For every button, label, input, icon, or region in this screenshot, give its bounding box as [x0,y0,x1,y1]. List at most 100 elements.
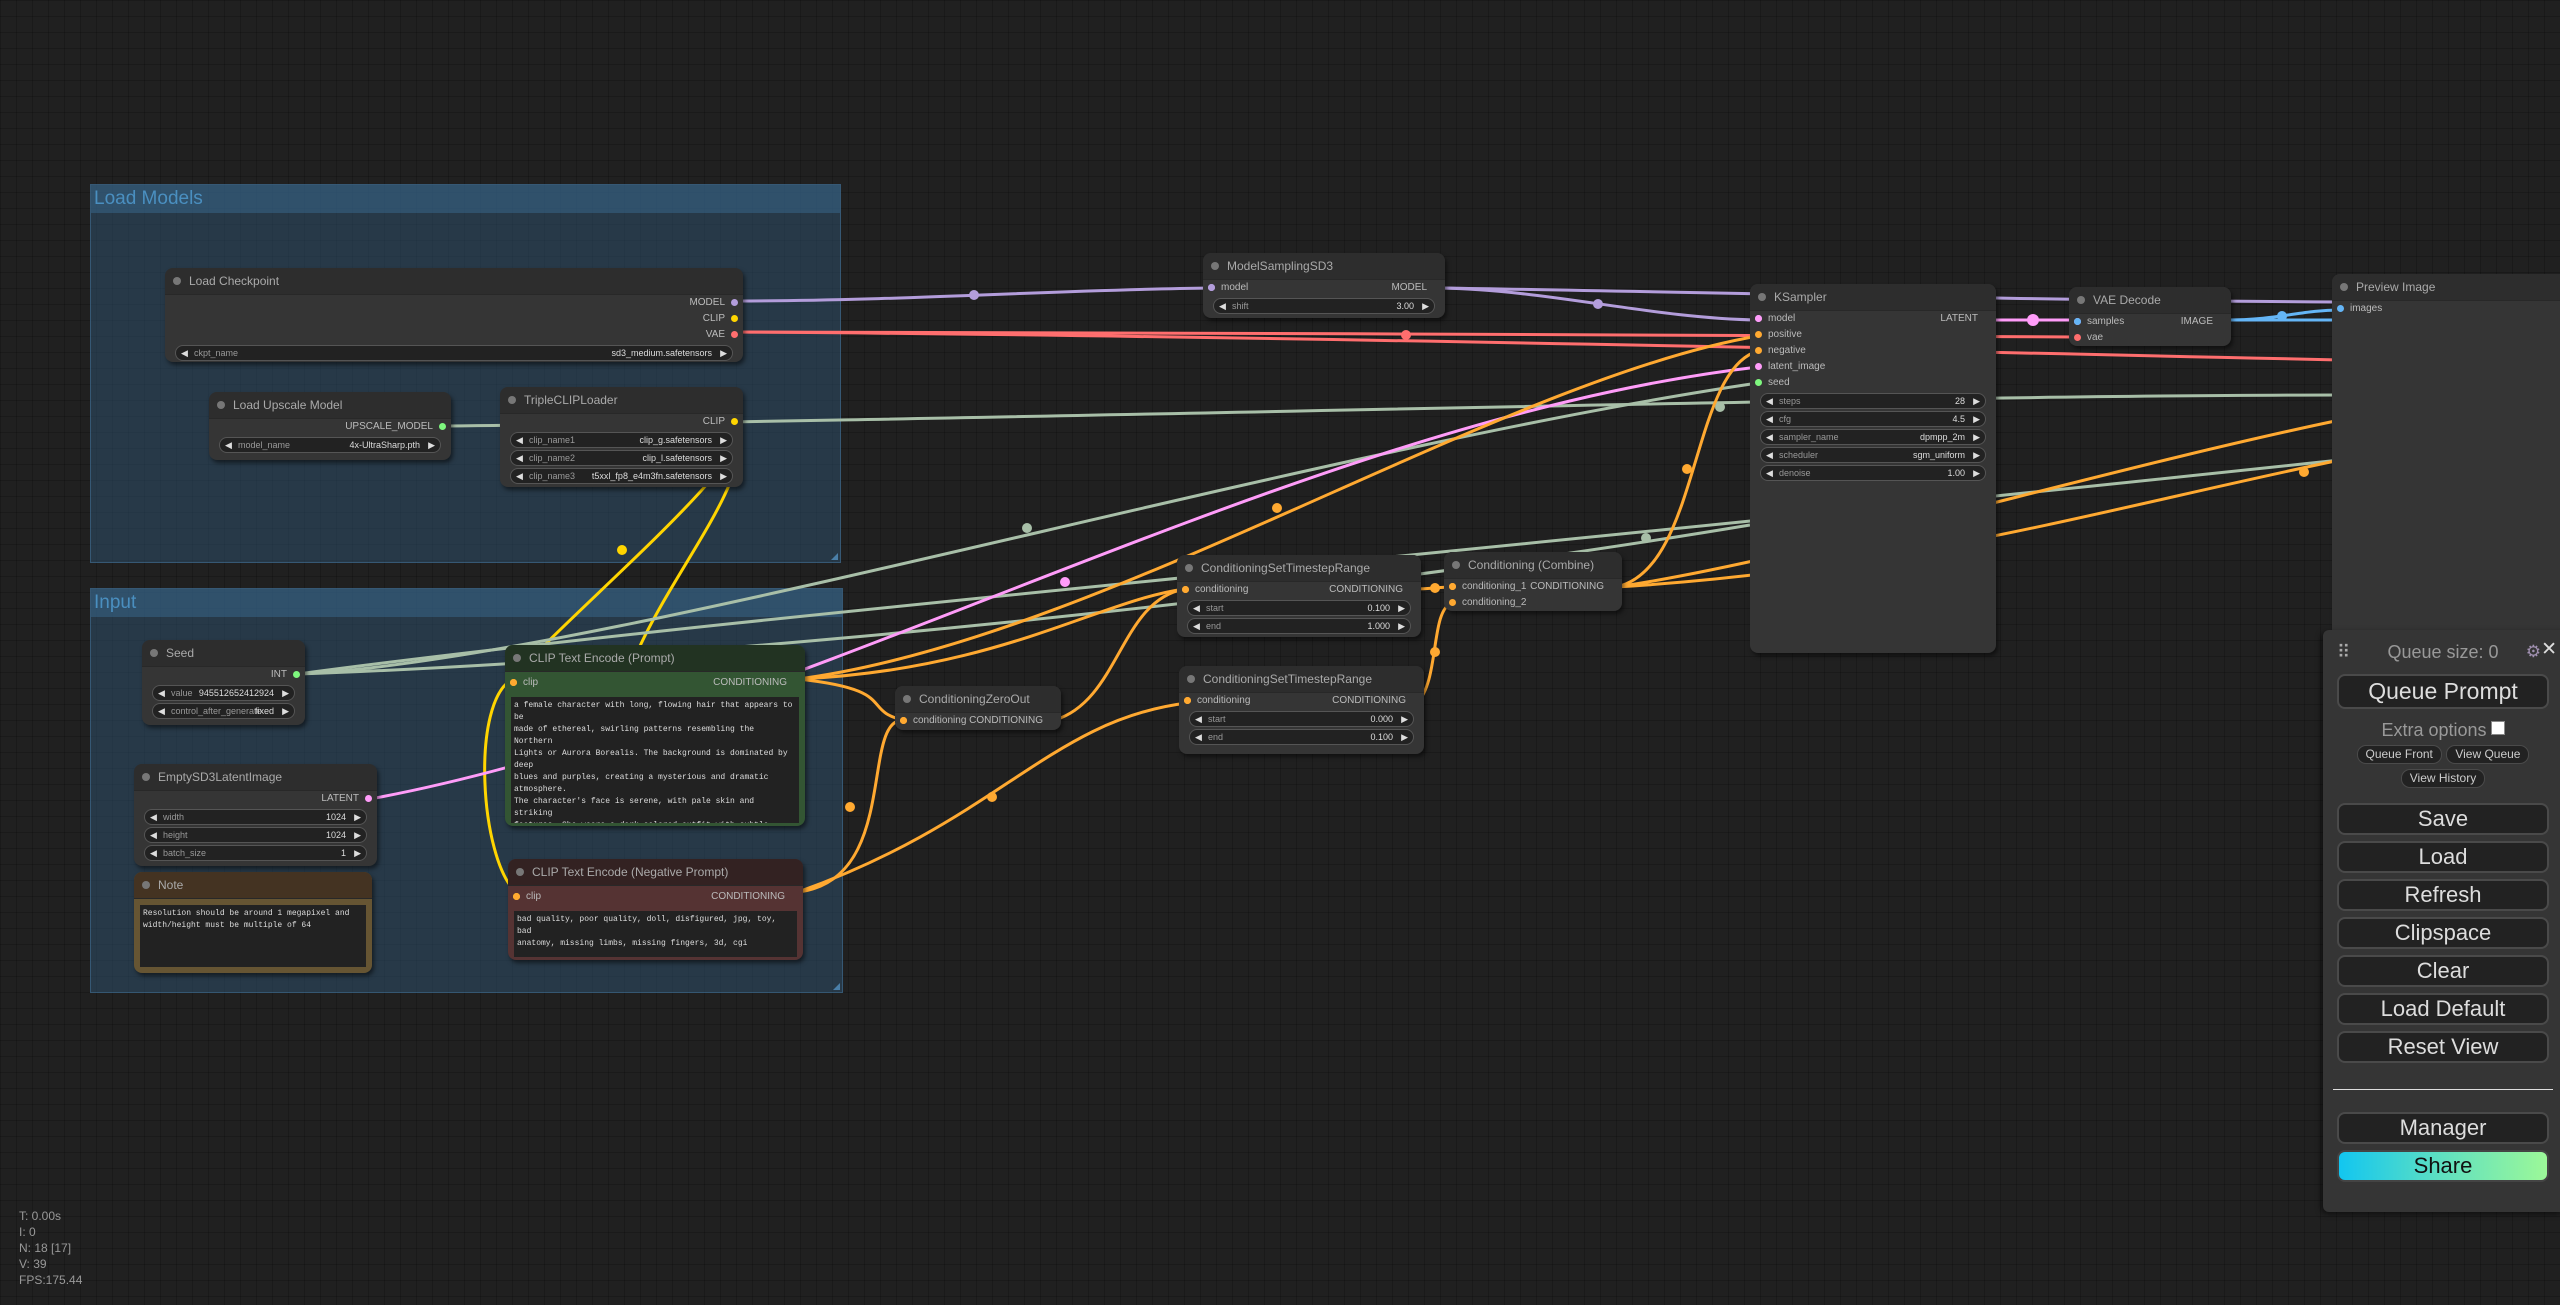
arrow-left-icon[interactable]: ◀ [158,686,165,700]
height-number[interactable]: ◀ height 1024 ▶ [144,827,367,843]
start-number[interactable]: ◀ start 0.100 ▶ [1187,600,1411,616]
slot-dot[interactable] [731,299,738,306]
node-clip-text-encode-negative[interactable]: CLIP Text Encode (Negative Prompt) clip C… [508,859,803,960]
slot-dot[interactable] [1755,347,1762,354]
output-slot-dot[interactable] [1208,284,1215,291]
prompt-textarea[interactable]: a female character with long, flowing ha… [511,697,799,823]
slot-dot[interactable] [293,671,300,678]
input-model[interactable]: model MODEL [1203,280,1445,296]
arrow-left-icon[interactable]: ◀ [1766,466,1773,480]
denoise-number[interactable]: ◀ denoise 1.00 ▶ [1760,465,1986,481]
note-textarea[interactable]: Resolution should be around 1 megapixel … [140,905,366,967]
node-clip-text-encode-positive[interactable]: CLIP Text Encode (Prompt) clip CONDITIONI… [505,645,805,826]
arrow-left-icon[interactable]: ◀ [516,433,523,447]
arrow-left-icon[interactable]: ◀ [1766,430,1773,444]
gear-icon[interactable]: ⚙ [2526,630,2541,674]
arrow-right-icon[interactable]: ▶ [1401,712,1408,726]
collapse-dot[interactable] [1758,293,1766,301]
clip-name3-combo[interactable]: ◀ clip_name3 t5xxl_fp8_e4m3fn.safetensors ▶ [510,468,733,484]
save-button[interactable]: Save [2337,803,2549,835]
input-positive[interactable]: positive [1750,327,1996,343]
output-slot-dot[interactable] [900,717,907,724]
cfg-number[interactable]: ◀ cfg 4.5 ▶ [1760,411,1986,427]
slot-dot[interactable] [439,423,446,430]
node-model-sampling-sd3[interactable]: ModelSamplingSD3 model MODEL ◀ shift 3.00 ▶ [1203,253,1445,318]
output-int[interactable]: INT [142,667,305,683]
node-title[interactable]: Seed [142,640,305,667]
node-vae-decode[interactable]: VAE Decode samples IMAGE vae [2069,287,2231,346]
node-title[interactable]: ModelSamplingSD3 [1203,253,1445,280]
output-model[interactable]: MODEL [165,295,743,311]
input-vae[interactable]: vae [2069,330,2231,346]
node-ksampler[interactable]: KSampler model LATENT positive negative l… [1750,284,1996,653]
node-title[interactable]: Note [134,872,372,899]
model-name-combo[interactable]: ◀ model_name 4x-UltraSharp.pth ▶ [219,437,441,453]
input-conditioning[interactable]: conditioning CONDITIONING [1177,582,1421,598]
node-conditioning-zero-out[interactable]: ConditioningZeroOut conditioning CONDITIO… [895,686,1061,730]
input-latent-image[interactable]: latent_image [1750,359,1996,375]
arrow-left-icon[interactable]: ◀ [1193,601,1200,615]
collapse-dot[interactable] [142,773,150,781]
group-title[interactable]: Input [91,589,842,617]
output-clip[interactable]: CLIP [500,414,743,430]
arrow-left-icon[interactable]: ◀ [150,828,157,842]
node-title[interactable]: VAE Decode [2069,287,2231,314]
node-title[interactable]: TripleCLIPLoader [500,387,743,414]
slot-dot[interactable] [1449,599,1456,606]
node-title[interactable]: ConditioningSetTimestepRange [1177,555,1421,582]
slot-dot[interactable] [2337,305,2344,312]
input-conditioning-1[interactable]: conditioning_1 CONDITIONING [1444,579,1622,595]
arrow-left-icon[interactable]: ◀ [225,438,232,452]
node-title[interactable]: Preview Image [2332,274,2560,301]
output-slot-dot[interactable] [1184,697,1191,704]
negative-prompt-textarea[interactable]: bad quality, poor quality, doll, disfigu… [514,911,797,957]
node-preview-image[interactable]: Preview Image images [2332,274,2560,634]
end-number[interactable]: ◀ end 0.100 ▶ [1189,729,1414,745]
input-seed[interactable]: seed [1750,375,1996,391]
input-negative[interactable]: negative [1750,343,1996,359]
close-icon[interactable]: ✕ [2541,628,2557,672]
arrow-left-icon[interactable]: ◀ [1766,394,1773,408]
arrow-right-icon[interactable]: ▶ [282,704,289,718]
node-empty-sd3-latent-image[interactable]: EmptySD3LatentImage LATENT ◀ width 1024 ▶ ◀… [134,764,377,866]
arrow-right-icon[interactable]: ▶ [1398,619,1405,633]
queue-prompt-button[interactable]: Queue Prompt [2337,674,2549,709]
queue-front-button[interactable]: Queue Front [2356,745,2442,764]
collapse-dot[interactable] [513,654,521,662]
arrow-right-icon[interactable]: ▶ [1401,730,1408,744]
arrow-left-icon[interactable]: ◀ [1195,712,1202,726]
group-resize-handle[interactable] [831,553,838,560]
input-clip[interactable]: clip CONDITIONING [505,675,805,691]
control-after-generate-combo[interactable]: ◀ control_after_generate fixed ▶ [152,703,295,719]
extra-options-checkbox[interactable] [2490,721,2505,736]
share-button[interactable]: Share [2337,1150,2549,1182]
output-upscale-model[interactable]: UPSCALE_MODEL [209,419,451,435]
collapse-dot[interactable] [150,649,158,657]
node-seed[interactable]: Seed INT ◀ value 945512652412924 ▶ ◀ control… [142,640,305,725]
slot-dot[interactable] [2074,334,2081,341]
start-number[interactable]: ◀ start 0.000 ▶ [1189,711,1414,727]
view-history-button[interactable]: View History [2400,769,2486,788]
slot-dot[interactable] [731,418,738,425]
collapse-dot[interactable] [142,881,150,889]
collapse-dot[interactable] [217,401,225,409]
collapse-dot[interactable] [508,396,516,404]
node-conditioning-set-timestep-range-1[interactable]: ConditioningSetTimestepRange conditionin… [1177,555,1421,637]
node-load-upscale-model[interactable]: Load Upscale Model UPSCALE_MODEL ◀ model_… [209,392,451,460]
output-latent[interactable]: LATENT [134,791,377,807]
batch-size-number[interactable]: ◀ batch_size 1 ▶ [144,845,367,861]
node-title[interactable]: Load Checkpoint [165,268,743,295]
output-slot-dot[interactable] [510,679,517,686]
group-resize-handle[interactable] [833,983,840,990]
arrow-left-icon[interactable]: ◀ [158,704,165,718]
node-title[interactable]: EmptySD3LatentImage [134,764,377,791]
collapse-dot[interactable] [173,277,181,285]
collapse-dot[interactable] [516,868,524,876]
slot-dot[interactable] [365,795,372,802]
steps-number[interactable]: ◀ steps 28 ▶ [1760,393,1986,409]
reset-view-button[interactable]: Reset View [2337,1031,2549,1063]
arrow-left-icon[interactable]: ◀ [1219,299,1226,313]
node-title[interactable]: CLIP Text Encode (Negative Prompt) [508,859,803,886]
drag-handle-icon[interactable]: ⠿ [2337,630,2350,674]
group-load-models[interactable]: Load Models [90,184,841,563]
